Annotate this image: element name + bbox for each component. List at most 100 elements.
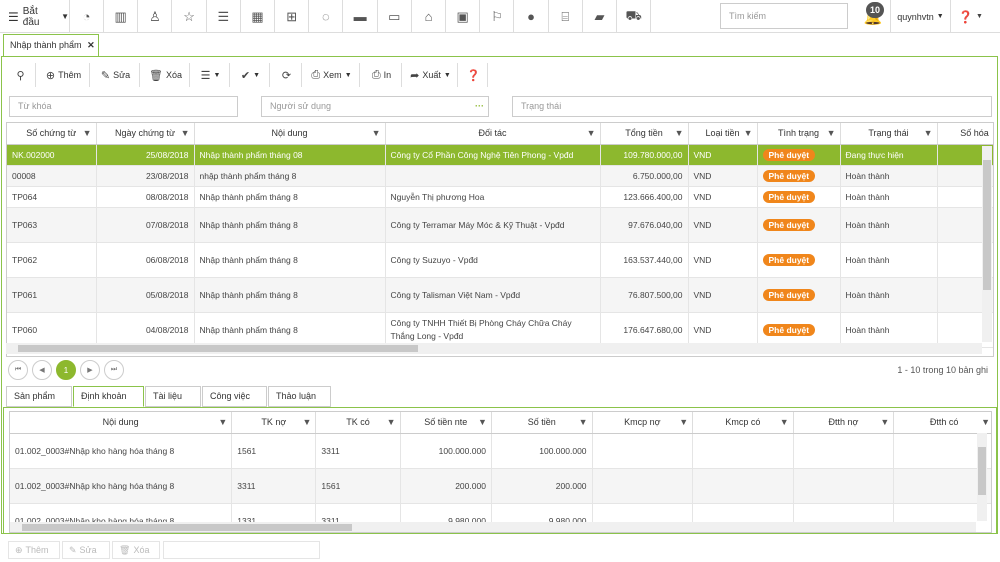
keyword-filter-input[interactable]: Từ khóa (9, 96, 238, 117)
column-header[interactable]: Loại tiền ▼ (688, 123, 758, 145)
detail-tab[interactable]: Công việc (0) (202, 386, 267, 420)
document-tab[interactable]: Nhập thành phẩm ✕ (3, 34, 99, 56)
filter-icon[interactable]: ▼ (387, 417, 396, 427)
scrollbar-thumb[interactable] (22, 524, 352, 531)
sub-delete-button[interactable]: 🗑 Xóa (112, 541, 160, 559)
subgrid-vertical-scrollbar[interactable] (977, 433, 987, 521)
filter-icon[interactable]: ▼ (181, 128, 190, 138)
scrollbar-thumb[interactable] (18, 345, 418, 352)
more-dots-icon[interactable]: ··· (475, 97, 484, 116)
money-icon[interactable]: ▣ (446, 0, 481, 33)
table-row[interactable]: TP064 08/08/2018 Nhập thành phẩm tháng 8 Ng… (7, 186, 993, 208)
column-header[interactable]: Đtth nợ ▼ (793, 412, 895, 434)
filter-icon[interactable]: ▼ (83, 128, 92, 138)
filter-icon[interactable]: ▼ (372, 128, 381, 138)
column-header[interactable]: TK có ▼ (315, 412, 401, 434)
filter-icon[interactable]: ▼ (780, 417, 789, 427)
filter-icon[interactable]: ▼ (675, 128, 684, 138)
filter-icon[interactable]: ▼ (880, 417, 889, 427)
table-row[interactable]: NK.002000 25/08/2018 Nhập thành phẩm tháng… (7, 144, 993, 166)
bank-icon[interactable]: ⌂ (412, 0, 446, 33)
view-button[interactable]: ⎙ Xem ▼ (304, 63, 360, 87)
column-header[interactable]: Kmcp nợ ▼ (592, 412, 694, 434)
column-header[interactable]: Số chứng từ ▼ (7, 123, 97, 145)
scrollbar-thumb[interactable] (983, 160, 991, 290)
filter-icon[interactable]: ▼ (587, 128, 596, 138)
detail-tab[interactable]: Tài liệu (0) (145, 386, 201, 420)
briefcase-icon[interactable]: ▰ (583, 0, 617, 33)
column-header[interactable]: Ngày chứng từ ▼ (96, 123, 195, 145)
table-row[interactable]: 01.002_0003#Nhập kho hàng hóa tháng 8 331… (10, 468, 991, 504)
column-header[interactable]: Số tiền ▼ (491, 412, 593, 434)
detail-tab[interactable]: Thảo luận (0) (268, 386, 331, 420)
edit-button[interactable]: ✎ Sửa (92, 63, 140, 87)
sub-edit-button[interactable]: ✎ Sửa (62, 541, 110, 559)
close-icon[interactable]: ✕ (87, 40, 95, 50)
bookmark-icon[interactable]: ⚐ (480, 0, 515, 33)
start-menu-button[interactable]: ☰ Bắt đầu ▼ (0, 0, 70, 33)
refresh-button[interactable]: ⟳ (272, 63, 302, 87)
calendar-icon[interactable]: ▦ (241, 0, 275, 33)
next-page-button[interactable]: ▶ (80, 360, 100, 380)
filter-icon[interactable]: ▼ (744, 128, 753, 138)
column-header[interactable]: TK nợ ▼ (231, 412, 317, 434)
first-page-button[interactable]: ⏮ (8, 360, 28, 380)
bar-chart-icon[interactable]: ▥ (104, 0, 139, 33)
grid-horizontal-scrollbar[interactable] (6, 343, 982, 354)
credit-card-icon[interactable]: ▭ (378, 0, 412, 33)
table-row[interactable]: 00008 23/08/2018 nhập thành phẩm tháng 8 6.… (7, 165, 993, 187)
person-icon[interactable]: ● (515, 0, 549, 33)
column-header[interactable]: Kmcp có ▼ (692, 412, 794, 434)
column-header[interactable]: Đối tác ▼ (385, 123, 601, 145)
prev-page-button[interactable]: ◀ (32, 360, 52, 380)
user-icon[interactable]: ♙ (138, 0, 173, 33)
table-row[interactable]: TP062 06/08/2018 Nhập thành phẩm tháng 8 Cô… (7, 242, 993, 278)
filter-icon[interactable]: ▼ (827, 128, 836, 138)
filter-icon[interactable]: ▼ (302, 417, 311, 427)
user-menu[interactable]: quynhvtn ▼ (890, 0, 950, 33)
sub-add-button[interactable]: ⊕ Thêm (8, 541, 60, 559)
column-header[interactable]: Trạng thái ▼ (840, 123, 938, 145)
filter-icon[interactable]: ▼ (478, 417, 487, 427)
column-header[interactable]: Nội dung ▼ (194, 123, 386, 145)
delete-button[interactable]: 🗑 Xóa (142, 63, 190, 87)
filter-icon[interactable]: ▼ (218, 417, 227, 427)
add-button[interactable]: ⊕ Thêm (38, 63, 90, 87)
table-row[interactable]: 01.002_0003#Nhập kho hàng hóa tháng 8 156… (10, 433, 991, 469)
current-page-button[interactable]: 1 (56, 360, 76, 380)
global-search-input[interactable]: Tìm kiếm (720, 3, 848, 29)
detail-tab[interactable]: Sản phẩm (1) (6, 386, 72, 420)
store-icon[interactable]: ⌸ (549, 0, 583, 33)
subgrid-horizontal-scrollbar[interactable] (10, 522, 976, 532)
table-row[interactable]: TP060 04/08/2018 Nhập thành phẩm tháng 8 Cô… (7, 312, 993, 348)
column-header[interactable]: Nội dung ▼ (10, 412, 233, 434)
grid-vertical-scrollbar[interactable] (982, 146, 992, 342)
list-icon[interactable]: ☰ (207, 0, 241, 33)
star-icon[interactable]: ☆ (173, 0, 207, 33)
table-row[interactable]: TP063 07/08/2018 Nhập thành phẩm tháng 8 Cô… (7, 207, 993, 243)
print-button[interactable]: ⎙ In (362, 63, 402, 87)
filter-icon[interactable]: ▼ (579, 417, 588, 427)
status-filter-input[interactable]: Trạng thái (512, 96, 992, 117)
column-header[interactable]: Số hóa▼ (937, 123, 993, 145)
user-filter-input[interactable]: Người sử dụng ··· (261, 96, 489, 117)
list-menu-button[interactable]: ☰ ▼ (192, 63, 230, 87)
dashboard-icon[interactable]: ◔ (70, 0, 104, 33)
table-row[interactable]: TP061 05/08/2018 Nhập thành phẩm tháng 8 Cô… (7, 277, 993, 313)
filter-icon[interactable]: ▼ (924, 128, 933, 138)
help-menu[interactable]: ❓ ▼ (950, 0, 990, 33)
column-header[interactable]: Tình trạng ▼ (757, 123, 841, 145)
calendar-plus-icon[interactable]: ⊞ (275, 0, 310, 33)
column-header[interactable]: Tổng tiền ▼ (600, 123, 689, 145)
scrollbar-thumb[interactable] (978, 447, 986, 495)
cart-icon[interactable]: ⛟ (617, 0, 652, 33)
sub-input-field[interactable] (163, 541, 320, 559)
filter-icon[interactable]: ▼ (679, 417, 688, 427)
filter-icon[interactable]: ▼ (981, 417, 990, 427)
last-page-button[interactable]: ⏭ (104, 360, 124, 380)
detail-tab[interactable]: Định khoản (3) (73, 386, 144, 420)
column-header[interactable]: Số tiền nte ▼ (400, 412, 492, 434)
export-button[interactable]: ➦ Xuất ▼ (404, 63, 458, 87)
card-icon[interactable]: ▬ (344, 0, 378, 33)
spinner-icon[interactable]: ◌ (309, 0, 344, 33)
